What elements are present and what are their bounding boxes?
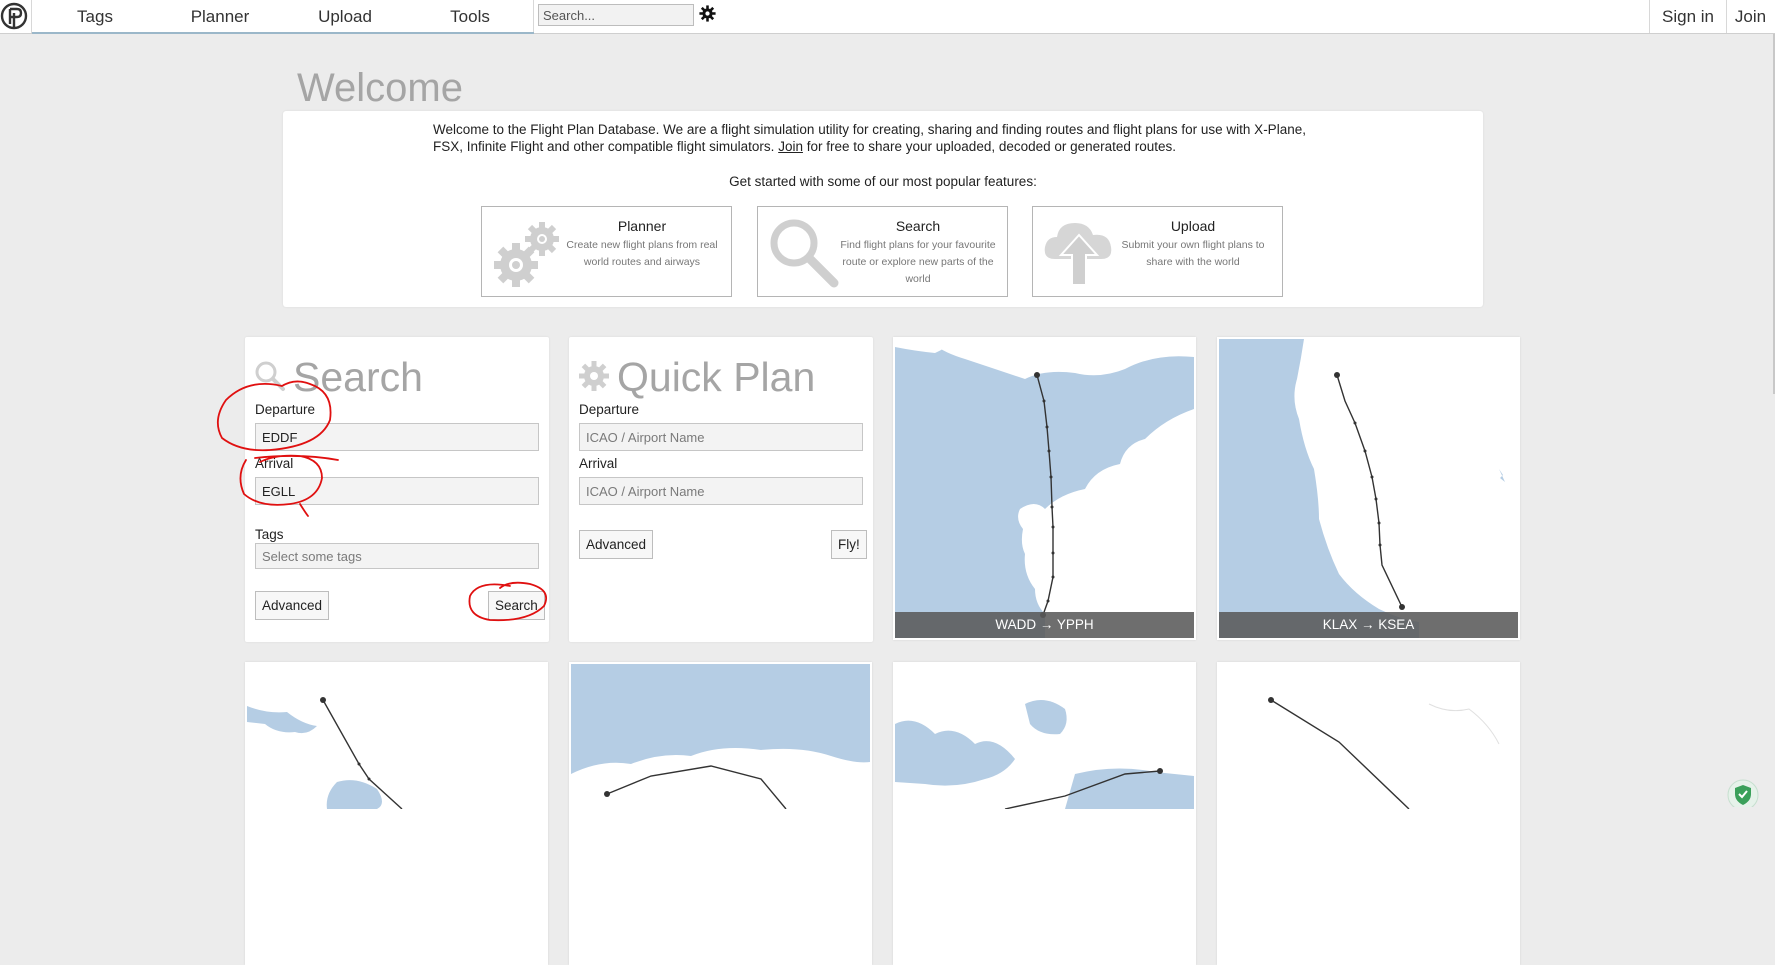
welcome-intro: Welcome to the Flight Plan Database. We … — [433, 121, 1333, 155]
feature-title: Planner — [617, 218, 667, 234]
feature-upload[interactable]: Upload Submit your own flight plans to s… — [1032, 206, 1283, 297]
site-search-input[interactable] — [538, 4, 694, 26]
arrival-label: Arrival — [255, 456, 294, 471]
route-map — [895, 664, 1194, 809]
quick-plan-arrival-input[interactable] — [579, 477, 863, 505]
logo-icon — [0, 2, 28, 30]
feature-title: Search — [895, 218, 941, 234]
search-advanced-button[interactable]: Advanced — [255, 591, 330, 620]
nav-planner[interactable]: Planner — [185, 0, 255, 33]
nav-divider — [533, 0, 534, 33]
feature-planner[interactable]: Planner Create new flight plans from rea… — [481, 206, 732, 297]
join-link[interactable]: Join — [1728, 0, 1773, 33]
tags-select-input[interactable] — [255, 543, 539, 569]
gears-icon — [494, 222, 559, 287]
security-shield-icon[interactable] — [1726, 778, 1760, 807]
magnifier-icon — [770, 219, 839, 288]
route-map-tile[interactable] — [893, 662, 1196, 965]
departure-label: Departure — [255, 402, 316, 417]
quick-plan-advanced-button[interactable]: Advanced — [579, 530, 654, 559]
nav-divider — [1726, 0, 1727, 33]
route-map — [247, 664, 546, 809]
route-map-tile[interactable]: KLAX → KSEA — [1217, 337, 1520, 640]
intro-join-link[interactable]: Join — [778, 139, 803, 154]
site-logo[interactable] — [0, 0, 32, 33]
feature-description: Submit your own flight plans to share wi… — [1121, 239, 1265, 268]
quick-plan-panel: Quick Plan Departure Arrival Advanced Fl… — [569, 337, 873, 642]
settings-gear-icon[interactable] — [699, 5, 716, 22]
feature-search[interactable]: Search Find flight plans for your favour… — [757, 206, 1008, 297]
tags-label: Tags — [255, 527, 284, 542]
route-map-tile[interactable] — [245, 662, 548, 965]
nav-tools[interactable]: Tools — [435, 0, 505, 33]
route-map — [1219, 664, 1518, 809]
feature-title: Upload — [1170, 218, 1216, 234]
nav-tags[interactable]: Tags — [60, 0, 130, 33]
search-arrival-input[interactable] — [255, 477, 539, 505]
route-map-tile[interactable]: WADD → YPPH — [893, 337, 1196, 640]
route-map — [895, 339, 1194, 638]
fly-button[interactable]: Fly! — [831, 530, 867, 559]
gear-icon — [579, 361, 609, 391]
sign-in-link[interactable]: Sign in — [1652, 0, 1724, 33]
nav-upload[interactable]: Upload — [310, 0, 380, 33]
nav-underline — [32, 32, 534, 34]
route-caption: KLAX → KSEA — [1219, 612, 1518, 638]
route-caption: WADD → YPPH — [895, 612, 1194, 638]
search-departure-input[interactable] — [255, 423, 539, 451]
page-title: Welcome — [297, 66, 463, 110]
route-map-tile[interactable] — [569, 662, 872, 965]
arrival-label: Arrival — [579, 456, 618, 471]
search-panel: Search Departure Arrival Tags Advanced S… — [245, 337, 549, 642]
search-panel-title: Search — [293, 354, 423, 400]
cloud-upload-icon — [1044, 223, 1112, 286]
nav-divider — [1649, 0, 1650, 33]
quick-plan-title: Quick Plan — [617, 354, 816, 400]
quick-plan-departure-input[interactable] — [579, 423, 863, 451]
route-map-tile[interactable] — [1217, 662, 1520, 965]
departure-label: Departure — [579, 402, 640, 417]
route-map — [571, 664, 870, 809]
feature-description: Create new flight plans from real world … — [566, 239, 718, 268]
search-icon — [255, 361, 285, 391]
get-started-text: Get started with some of our most popula… — [729, 174, 1037, 189]
top-navigation-bar: Tags Planner Upload Tools Sign in Join — [0, 0, 1775, 34]
intro-text-end: for free to share your uploaded, decoded… — [806, 139, 1176, 154]
welcome-card: Welcome to the Flight Plan Database. We … — [283, 111, 1483, 307]
route-map — [1219, 339, 1518, 638]
search-submit-button[interactable]: Search — [488, 591, 545, 620]
feature-description: Find flight plans for your favourite rou… — [840, 239, 996, 285]
